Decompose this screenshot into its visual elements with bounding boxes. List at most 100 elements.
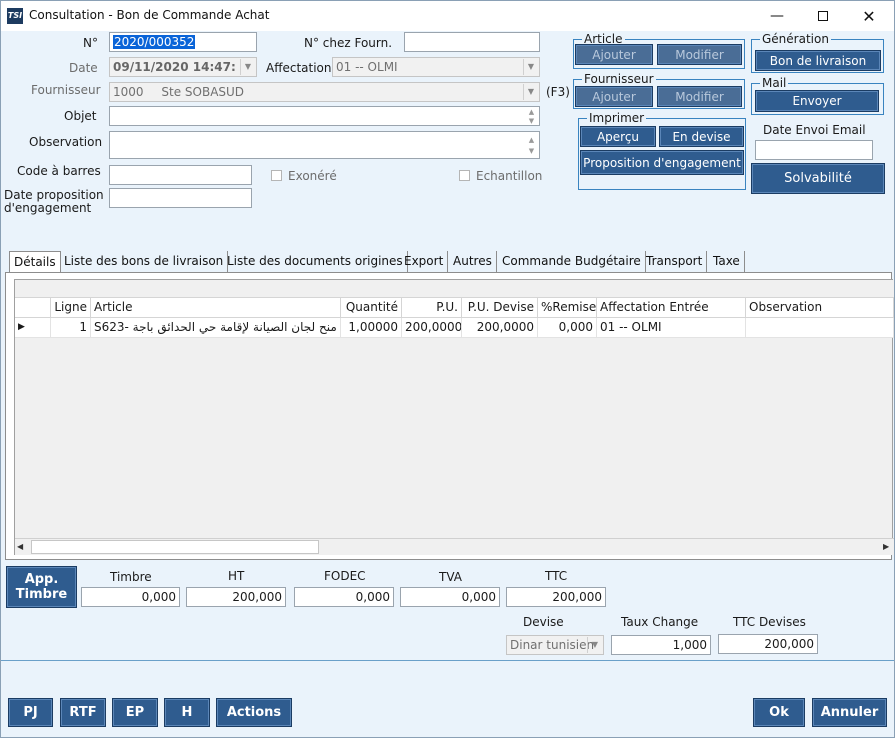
code-barres-label: Code à barres [17, 164, 101, 178]
tab-transport[interactable]: Transport [642, 251, 708, 273]
chez-fourn-label: N° chez Fourn. [304, 36, 393, 50]
taux-change-field[interactable]: 1,000 [611, 635, 711, 655]
date-proposition-label-line2: d'engagement [4, 201, 92, 215]
grid-header-affectation[interactable]: Affectation Entrée [597, 298, 746, 318]
grid-header-pu[interactable]: P.U. [402, 298, 462, 318]
tab-export[interactable]: Export [400, 251, 449, 273]
numero-label: N° [83, 36, 98, 50]
grid-header-ligne[interactable]: Ligne [51, 298, 91, 318]
app-logo-icon: TSI [7, 8, 23, 24]
exonere-checkbox[interactable] [271, 170, 282, 181]
scroll-right-icon[interactable]: ▶ [883, 542, 889, 551]
fodec-field[interactable]: 0,000 [294, 587, 394, 607]
annuler-button[interactable]: Annuler [812, 698, 887, 727]
ttc-field[interactable]: 200,000 [506, 587, 606, 607]
ht-label: HT [228, 569, 245, 583]
app-timbre-button[interactable]: App. Timbre [6, 566, 77, 608]
table-cell-pu[interactable]: 200,0000 [402, 318, 462, 338]
tab-details[interactable]: Détails [9, 251, 61, 274]
title-bar: TSI Consultation - Bon de Commande Achat… [1, 1, 894, 31]
fournisseur-label: Fournisseur [31, 83, 101, 97]
table-cell-remise[interactable]: 0,000 [538, 318, 597, 338]
table-cell-article[interactable]: S623- منح لجان الصيانة لإقامة حي الحدائق… [91, 318, 341, 338]
row-indicator-icon[interactable]: ▶ [15, 318, 51, 338]
grid-header-observation[interactable]: Observation [746, 298, 894, 318]
table-cell-ligne[interactable]: 1 [51, 318, 91, 338]
observation-field[interactable]: ▲ ▼ [109, 131, 540, 159]
chevron-down-icon[interactable]: ▼ [240, 59, 255, 75]
spin-arrows-icon[interactable]: ▲ ▼ [525, 135, 538, 157]
fournisseur-modifier-button[interactable]: Modifier [657, 86, 742, 107]
ttc-devises-label: TTC Devises [733, 615, 806, 629]
fodec-label: FODEC [324, 569, 366, 583]
en-devise-button[interactable]: En devise [659, 126, 744, 147]
actions-button[interactable]: Actions [216, 698, 292, 727]
solvabilite-button[interactable]: Solvabilité [751, 163, 885, 194]
tab-bar: Détails Liste des bons de livraison List… [5, 251, 892, 274]
tab-bons-livraison[interactable]: Liste des bons de livraison [60, 251, 229, 273]
timbre-field[interactable]: 0,000 [81, 587, 180, 607]
f3-hint: (F3) [546, 85, 570, 99]
grid-header-remise[interactable]: %Remise [538, 298, 597, 318]
ep-button[interactable]: EP [112, 698, 158, 727]
objet-field[interactable]: ▲ ▼ [109, 106, 540, 126]
ttc-devises-field[interactable]: 200,000 [718, 634, 818, 654]
fournisseur-ajouter-button[interactable]: Ajouter [575, 86, 653, 107]
numero-field[interactable]: 2020/000352 [109, 32, 257, 52]
code-barres-field[interactable] [109, 165, 252, 185]
close-button[interactable]: ✕ [846, 1, 892, 31]
date-envoi-field[interactable] [755, 140, 873, 160]
grid-header-article[interactable]: Article [91, 298, 341, 318]
date-proposition-field[interactable] [109, 188, 252, 208]
devise-select[interactable]: Dinar tunisien ▼ [506, 635, 604, 655]
chez-fourn-field[interactable] [404, 32, 540, 52]
envoyer-button[interactable]: Envoyer [755, 90, 879, 112]
minimize-button[interactable]: — [754, 1, 800, 31]
tab-autres[interactable]: Autres [449, 251, 497, 273]
tab-taxe[interactable]: Taxe [709, 251, 745, 273]
chevron-down-icon[interactable]: ▼ [523, 84, 538, 100]
tab-commande-budgetaire[interactable]: Commande Budgétaire [498, 251, 646, 273]
pj-button[interactable]: PJ [8, 698, 53, 727]
article-modifier-button[interactable]: Modifier [657, 44, 742, 65]
tab-documents-origines[interactable]: Liste des documents origines [223, 251, 408, 273]
table-cell-pu-devise[interactable]: 200,0000 [462, 318, 538, 338]
ok-button[interactable]: Ok [753, 698, 805, 727]
echantillon-checkbox[interactable] [459, 170, 470, 181]
fournisseur-group-title: Fournisseur [582, 72, 656, 86]
tva-field[interactable]: 0,000 [400, 587, 500, 607]
echantillon-label: Echantillon [476, 169, 543, 183]
grid-header-quantite[interactable]: Quantité [341, 298, 402, 318]
article-ajouter-button[interactable]: Ajouter [575, 44, 653, 65]
tva-label: TVA [439, 570, 462, 584]
chevron-down-icon[interactable]: ▼ [523, 59, 538, 75]
bon-livraison-button[interactable]: Bon de livraison [755, 50, 881, 71]
chevron-down-icon[interactable]: ▼ [587, 637, 602, 653]
table-cell-affectation[interactable]: 01 -- OLMI [597, 318, 746, 338]
fournisseur-name: Ste SOBASUD [161, 85, 245, 99]
horizontal-scrollbar[interactable]: ◀ ▶ [15, 538, 894, 555]
grid-header-pu-devise[interactable]: P.U. Devise [462, 298, 538, 318]
devise-value: Dinar tunisien [510, 638, 595, 652]
numero-value: 2020/000352 [113, 35, 196, 49]
imprimer-group-title: Imprimer [587, 111, 647, 125]
apercu-button[interactable]: Aperçu [580, 126, 656, 147]
table-cell-quantite[interactable]: 1,00000 [341, 318, 402, 338]
maximize-button[interactable] [800, 1, 846, 31]
exonere-label: Exonéré [288, 169, 337, 183]
scroll-left-icon[interactable]: ◀ [17, 542, 23, 551]
date-proposition-label: Date proposition d'engagement [4, 189, 104, 215]
affectation-select[interactable]: 01 -- OLMI ▼ [332, 57, 540, 77]
table-cell-observation[interactable] [746, 318, 894, 338]
ht-field[interactable]: 200,000 [186, 587, 286, 607]
taux-change-label: Taux Change [621, 615, 699, 629]
date-value: 09/11/2020 14:47: [113, 60, 236, 74]
date-field[interactable]: 09/11/2020 14:47: ▼ [109, 57, 257, 77]
affectation-label: Affectation [266, 61, 332, 75]
fournisseur-select[interactable]: 1000 Ste SOBASUD ▼ [109, 82, 540, 102]
rtf-button[interactable]: RTF [60, 698, 106, 727]
spin-arrows-icon[interactable]: ▲ ▼ [525, 108, 538, 125]
h-button[interactable]: H [164, 698, 210, 727]
proposition-engagement-button[interactable]: Proposition d'engagement [580, 150, 744, 175]
scrollbar-thumb[interactable] [31, 540, 319, 554]
